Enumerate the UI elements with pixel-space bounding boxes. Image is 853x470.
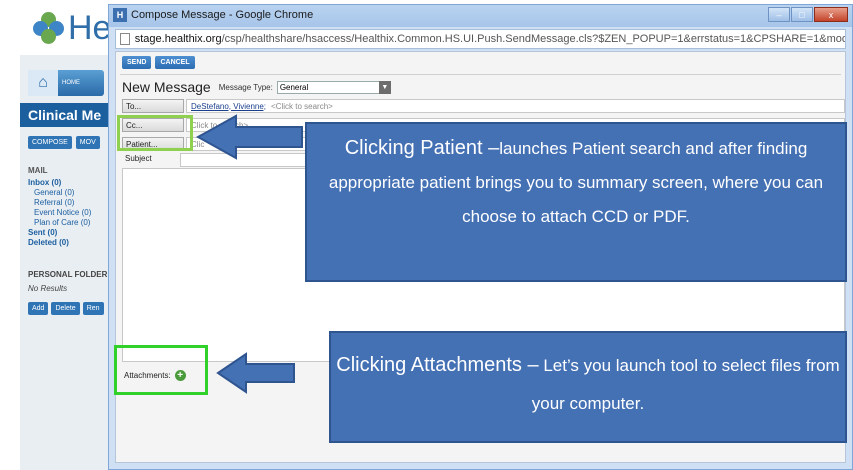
sidebar-item-plan-of-care[interactable]: Plan of Care (0) bbox=[28, 218, 91, 228]
window-titlebar[interactable]: H Compose Message - Google Chrome – □ x bbox=[109, 5, 852, 27]
address-bar[interactable]: stage.healthix.org/csp/healthshare/hsacc… bbox=[115, 29, 846, 49]
window-title: Compose Message - Google Chrome bbox=[131, 9, 314, 21]
chevron-down-icon[interactable]: ▼ bbox=[378, 80, 391, 94]
maximize-icon[interactable]: □ bbox=[791, 7, 813, 22]
page-title: New Message bbox=[122, 79, 211, 95]
to-placeholder: <Click to search> bbox=[271, 101, 333, 111]
form-toolbar: SEND CANCEL bbox=[122, 56, 195, 69]
attachments-callout-text: Let’s you launch tool to select files fr… bbox=[531, 356, 840, 413]
section-title: Clinical Me bbox=[20, 103, 115, 127]
page-icon bbox=[120, 33, 130, 45]
to-row: To... DeStefano, Vivienne; <Click to sea… bbox=[122, 99, 845, 113]
to-button[interactable]: To... bbox=[122, 99, 184, 113]
logo-mark-icon bbox=[32, 11, 66, 45]
attachments-arrow-icon bbox=[216, 352, 295, 394]
attachments-highlight bbox=[114, 345, 208, 395]
url-host: stage.healthix.org bbox=[134, 33, 222, 45]
home-button[interactable]: ⌂ HOME bbox=[28, 70, 104, 96]
minimize-icon[interactable]: – bbox=[768, 7, 790, 22]
logo-text: He bbox=[68, 8, 112, 47]
url-path: /csp/healthshare/hsaccess/Healthix.Commo… bbox=[221, 33, 845, 45]
divider bbox=[120, 74, 841, 75]
mail-folder-list: Inbox (0) General (0) Referral (0) Event… bbox=[28, 178, 91, 248]
url-text: stage.healthix.org/csp/healthshare/hsacc… bbox=[135, 33, 845, 45]
add-folder-button[interactable]: Add bbox=[28, 302, 49, 315]
form-heading: New Message Message Type: General ▼ bbox=[122, 79, 391, 95]
cancel-button[interactable]: CANCEL bbox=[155, 56, 195, 69]
healthix-logo: He bbox=[32, 8, 111, 48]
patient-highlight bbox=[117, 115, 193, 151]
rename-folder-button[interactable]: Ren bbox=[82, 302, 104, 315]
sidebar-item-event-notice[interactable]: Event Notice (0) bbox=[28, 208, 91, 218]
patient-callout-heading: Clicking Patient – bbox=[344, 137, 500, 159]
attachments-callout: Clicking Attachments – Let’s you launch … bbox=[329, 331, 847, 443]
message-type-value: General bbox=[279, 82, 309, 92]
personal-folders-empty: No Results bbox=[28, 284, 68, 293]
sidebar-item-referral[interactable]: Referral (0) bbox=[28, 198, 91, 208]
sidebar-item-inbox[interactable]: Inbox (0) bbox=[28, 178, 91, 188]
folder-actions: Add Delete Ren bbox=[28, 302, 104, 315]
message-type-label: Message Type: bbox=[218, 82, 273, 92]
window-controls: – □ x bbox=[768, 7, 848, 22]
patient-arrow-icon bbox=[196, 114, 303, 160]
sidebar-actions: COMPOSE MOV bbox=[28, 136, 100, 149]
mail-header: MAIL bbox=[28, 166, 48, 175]
sidebar-item-sent[interactable]: Sent (0) bbox=[28, 228, 91, 238]
close-icon[interactable]: x bbox=[814, 7, 848, 22]
attachments-callout-heading: Clicking Attachments – bbox=[336, 354, 539, 376]
to-field[interactable]: DeStefano, Vivienne; <Click to search> bbox=[186, 99, 845, 113]
sidebar-item-deleted[interactable]: Deleted (0) bbox=[28, 238, 91, 248]
house-icon: ⌂ bbox=[28, 70, 58, 96]
patient-callout: Clicking Patient –launches Patient searc… bbox=[305, 122, 847, 282]
home-label: HOME bbox=[62, 80, 80, 86]
send-button[interactable]: SEND bbox=[122, 56, 152, 69]
personal-folders-header: PERSONAL FOLDER bbox=[28, 270, 108, 279]
move-button[interactable]: MOV bbox=[75, 136, 100, 149]
recipient-name[interactable]: DeStefano, Vivienne; bbox=[191, 102, 266, 111]
message-type-select[interactable]: General ▼ bbox=[276, 80, 391, 94]
app-icon: H bbox=[113, 8, 127, 22]
sidebar-item-general[interactable]: General (0) bbox=[28, 188, 91, 198]
subject-label[interactable]: Subject bbox=[125, 154, 152, 163]
compose-button[interactable]: COMPOSE bbox=[28, 136, 72, 149]
delete-folder-button[interactable]: Delete bbox=[51, 302, 80, 315]
